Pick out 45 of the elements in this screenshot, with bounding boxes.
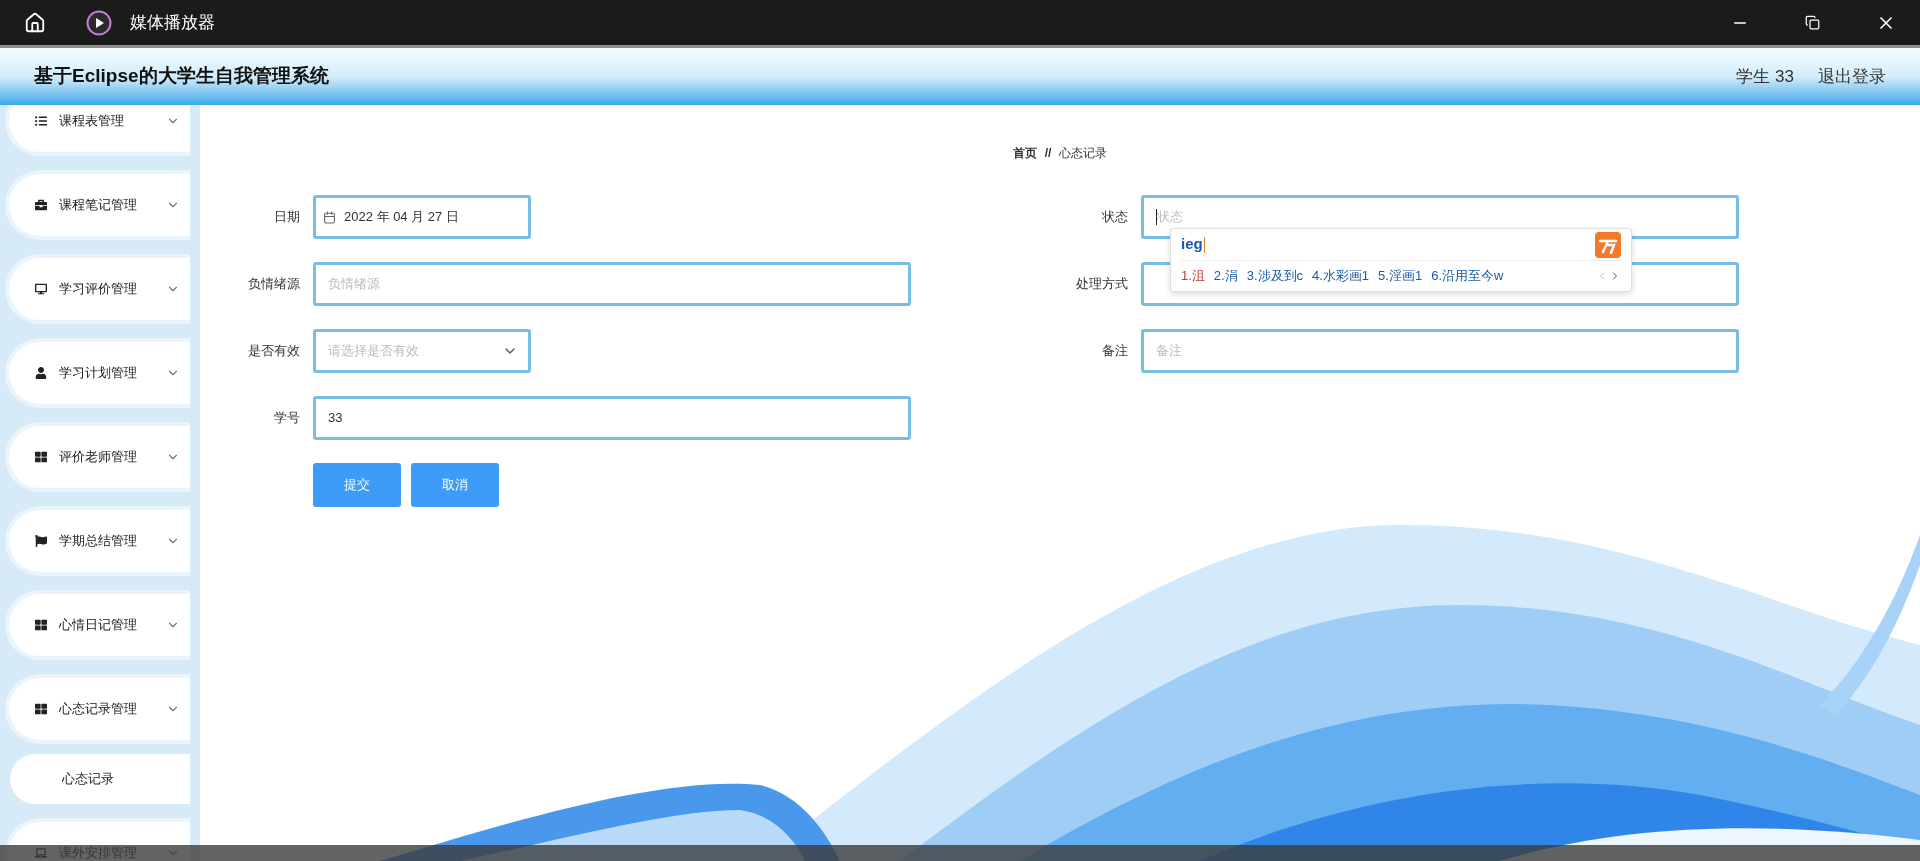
field-label: 处理方式 [1075, 275, 1128, 294]
field-label: 是否有效 [247, 342, 300, 361]
grid-icon [35, 703, 47, 715]
text-field[interactable]: 33 [313, 396, 911, 440]
system-title: 基于Eclipse的大学生自我管理系统 [34, 64, 329, 89]
field-label: 状态 [1101, 208, 1128, 227]
field-label: 日期 [273, 208, 300, 227]
ime-candidate[interactable]: 4.水彩画1 [1312, 266, 1370, 286]
monitor-icon [35, 283, 47, 295]
user-name: 学生 33 [1736, 65, 1794, 88]
restore-icon[interactable] [1805, 15, 1820, 30]
calendar-icon [323, 210, 336, 224]
window-title: 媒体播放器 [130, 11, 215, 34]
sidebar-item[interactable]: 课程笔记管理 [5, 170, 190, 240]
ime-candidate[interactable]: 2.涓 [1213, 266, 1238, 286]
ime-candidate[interactable]: 1.沮 [1181, 266, 1205, 286]
sidebar-item[interactable]: 评价老师管理 [5, 422, 190, 492]
briefcase-icon [35, 199, 47, 211]
ime-candidate[interactable]: 3.涉及到c [1246, 266, 1304, 286]
ime-candidate[interactable]: 5.淫画1 [1378, 266, 1423, 286]
breadcrumb-link[interactable]: 首页 [1012, 144, 1037, 162]
field-label: 学号 [273, 409, 300, 428]
sidebar-item[interactable]: 学习评价管理 [5, 254, 190, 324]
grid-icon [35, 619, 47, 631]
sidebar-item[interactable]: 心情日记管理 [5, 590, 190, 660]
sidebar-item[interactable]: 学期总结管理 [5, 506, 190, 576]
sidebar-item[interactable]: 课程表管理 [5, 105, 190, 156]
text-cursor [1156, 209, 1157, 225]
player-logo-icon [86, 9, 112, 36]
sidebar-item[interactable]: 学习计划管理 [5, 338, 190, 408]
flag-icon [35, 535, 47, 547]
list-icon [35, 115, 47, 127]
ime-candidate[interactable]: 6.沿用至今w [1431, 266, 1504, 286]
ime-logo-icon [1595, 231, 1621, 258]
logout-link[interactable]: 退出登录 [1818, 63, 1886, 90]
grid-icon [35, 451, 47, 463]
date-field[interactable]: 2022 年 04 月 27 日 [313, 195, 531, 239]
field-label: 备注 [1101, 342, 1128, 361]
home-icon[interactable] [24, 11, 46, 34]
sidebar-subitem[interactable]: 心态记录 [10, 754, 190, 804]
user-icon [35, 367, 47, 379]
breadcrumb-separator: // [1044, 145, 1052, 162]
breadcrumb-current: 心态记录 [1059, 145, 1108, 162]
field-label: 负情绪源 [247, 275, 300, 294]
sidebar-item[interactable]: 心态记录管理 [5, 674, 190, 744]
